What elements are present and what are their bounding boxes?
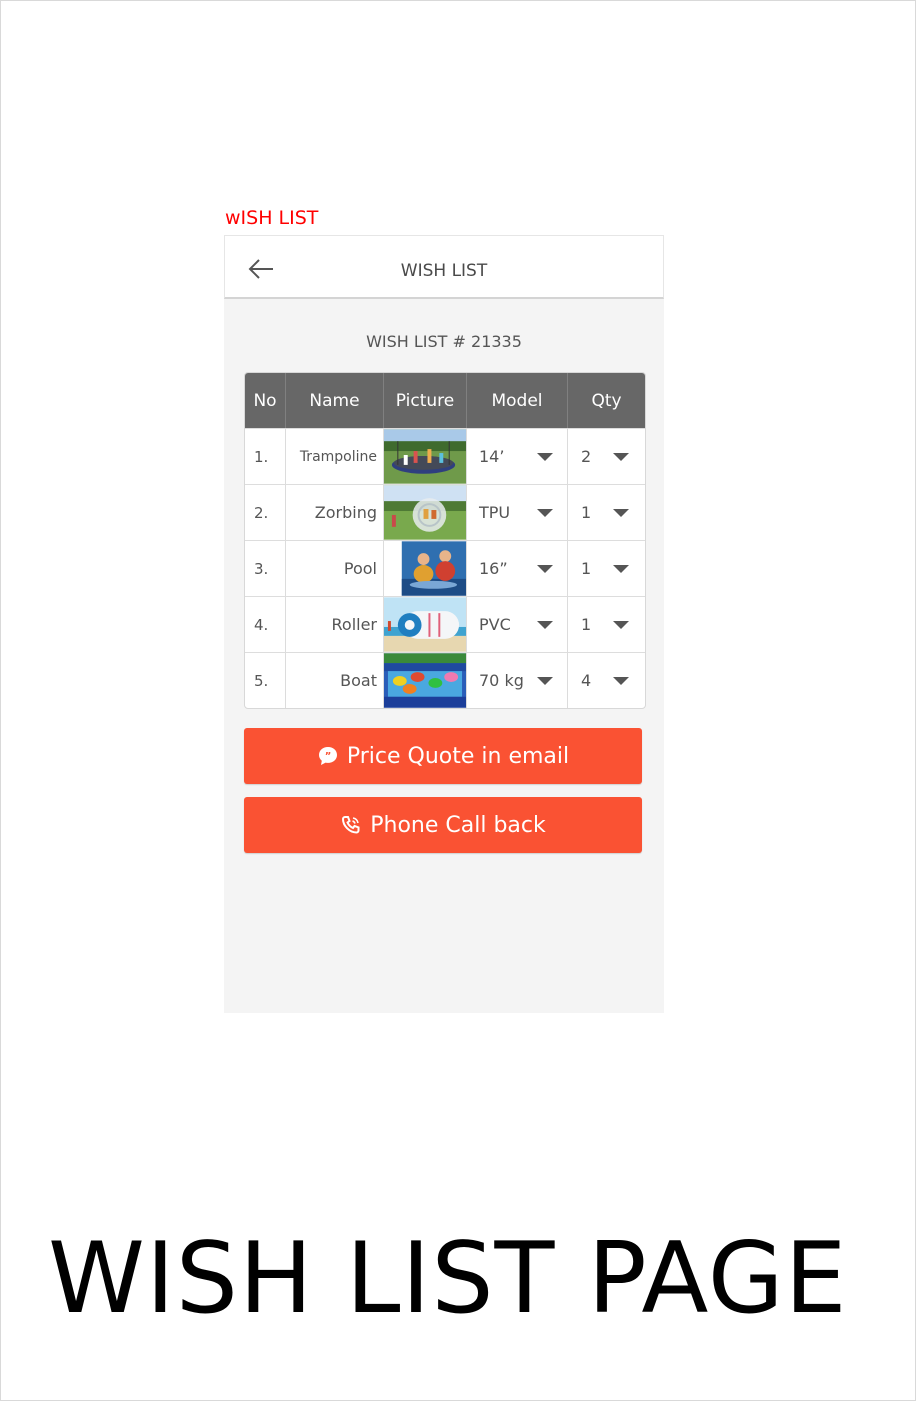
product-picture [383,541,466,596]
price-quote-email-label: Price Quote in email [346,743,570,769]
caret-down-icon [613,564,629,573]
product-name: Zorbing [285,485,383,540]
caret-down-icon [537,508,553,517]
qty-value: 2 [581,447,592,466]
app-bar: WISH LIST [224,235,664,299]
product-picture [383,485,466,540]
qty-value: 1 [581,615,592,634]
qty-select[interactable]: 2 [567,429,645,484]
product-picture [383,653,466,708]
phone-call-back-button[interactable]: Phone Call back [244,797,642,853]
qty-select[interactable]: 1 [567,541,645,596]
caret-down-icon [537,452,553,461]
row-number: 5. [254,671,269,690]
table-row: 5. Boat 70 kg 4 [245,652,645,708]
product-name: Boat [285,653,383,708]
svg-text:”: ” [325,751,332,762]
roller-image [384,597,466,652]
row-number: 1. [254,447,269,466]
caret-down-icon [613,676,629,685]
wish-list-number: WISH LIST # 21335 [366,332,522,351]
table-row: 4. Roller PVC 1 [245,596,645,652]
table-row: 1. Trampoline 14’ 2 [245,428,645,484]
model-select[interactable]: 16” [466,541,567,596]
row-number: 3. [254,559,269,578]
qty-select[interactable]: 1 [567,485,645,540]
qty-select[interactable]: 4 [567,653,645,708]
qty-value: 1 [581,503,592,522]
model-select[interactable]: PVC [466,597,567,652]
zorbing-image [384,485,466,540]
product-picture [383,429,466,484]
product-name: Trampoline [285,429,383,484]
boat-image [384,653,466,708]
chat-bubble-icon: ” [318,747,337,765]
price-quote-email-button[interactable]: ” Price Quote in email [244,728,642,784]
phone-call-back-label: Phone Call back [370,812,546,838]
caret-down-icon [613,620,629,629]
caret-down-icon [537,620,553,629]
caret-down-icon [537,676,553,685]
table-row: 3. Pool 16” 1 [245,540,645,596]
product-picture [383,597,466,652]
column-header-qty: Qty [567,373,645,428]
column-header-model: Model [466,373,567,428]
column-header-no: No [253,390,277,411]
model-value: PVC [479,615,511,634]
row-number: 2. [254,503,269,522]
model-value: 70 kg [479,671,524,690]
phone-icon [342,816,360,834]
page-caption: WISH LIST PAGE [48,1222,848,1336]
column-header-picture: Picture [383,373,466,428]
product-name: Pool [285,541,383,596]
table-header: No Name Picture Model Qty [245,373,645,428]
qty-value: 4 [581,671,592,690]
table-row: 2. Zorbing TPU 1 [245,484,645,540]
caret-down-icon [537,564,553,573]
model-select[interactable]: 70 kg [466,653,567,708]
pool-image [384,541,466,596]
qty-value: 1 [581,559,592,578]
phone-screen: WISH LIST WISH LIST # 21335 No Name Pict… [224,235,664,1013]
wish-list-table: No Name Picture Model Qty 1. Trampoline [244,372,646,709]
row-number: 4. [254,615,269,634]
qty-select[interactable]: 1 [567,597,645,652]
model-value: TPU [479,503,511,522]
model-select[interactable]: TPU [466,485,567,540]
trampoline-image [384,429,466,484]
caret-down-icon [613,508,629,517]
model-value: 14’ [479,447,505,466]
model-select[interactable]: 14’ [466,429,567,484]
caret-down-icon [613,452,629,461]
column-header-name: Name [285,373,383,428]
model-value: 16” [479,559,508,578]
screen-label: wISH LIST [225,207,319,229]
app-bar-title: WISH LIST [400,261,488,281]
product-name: Roller [285,597,383,652]
